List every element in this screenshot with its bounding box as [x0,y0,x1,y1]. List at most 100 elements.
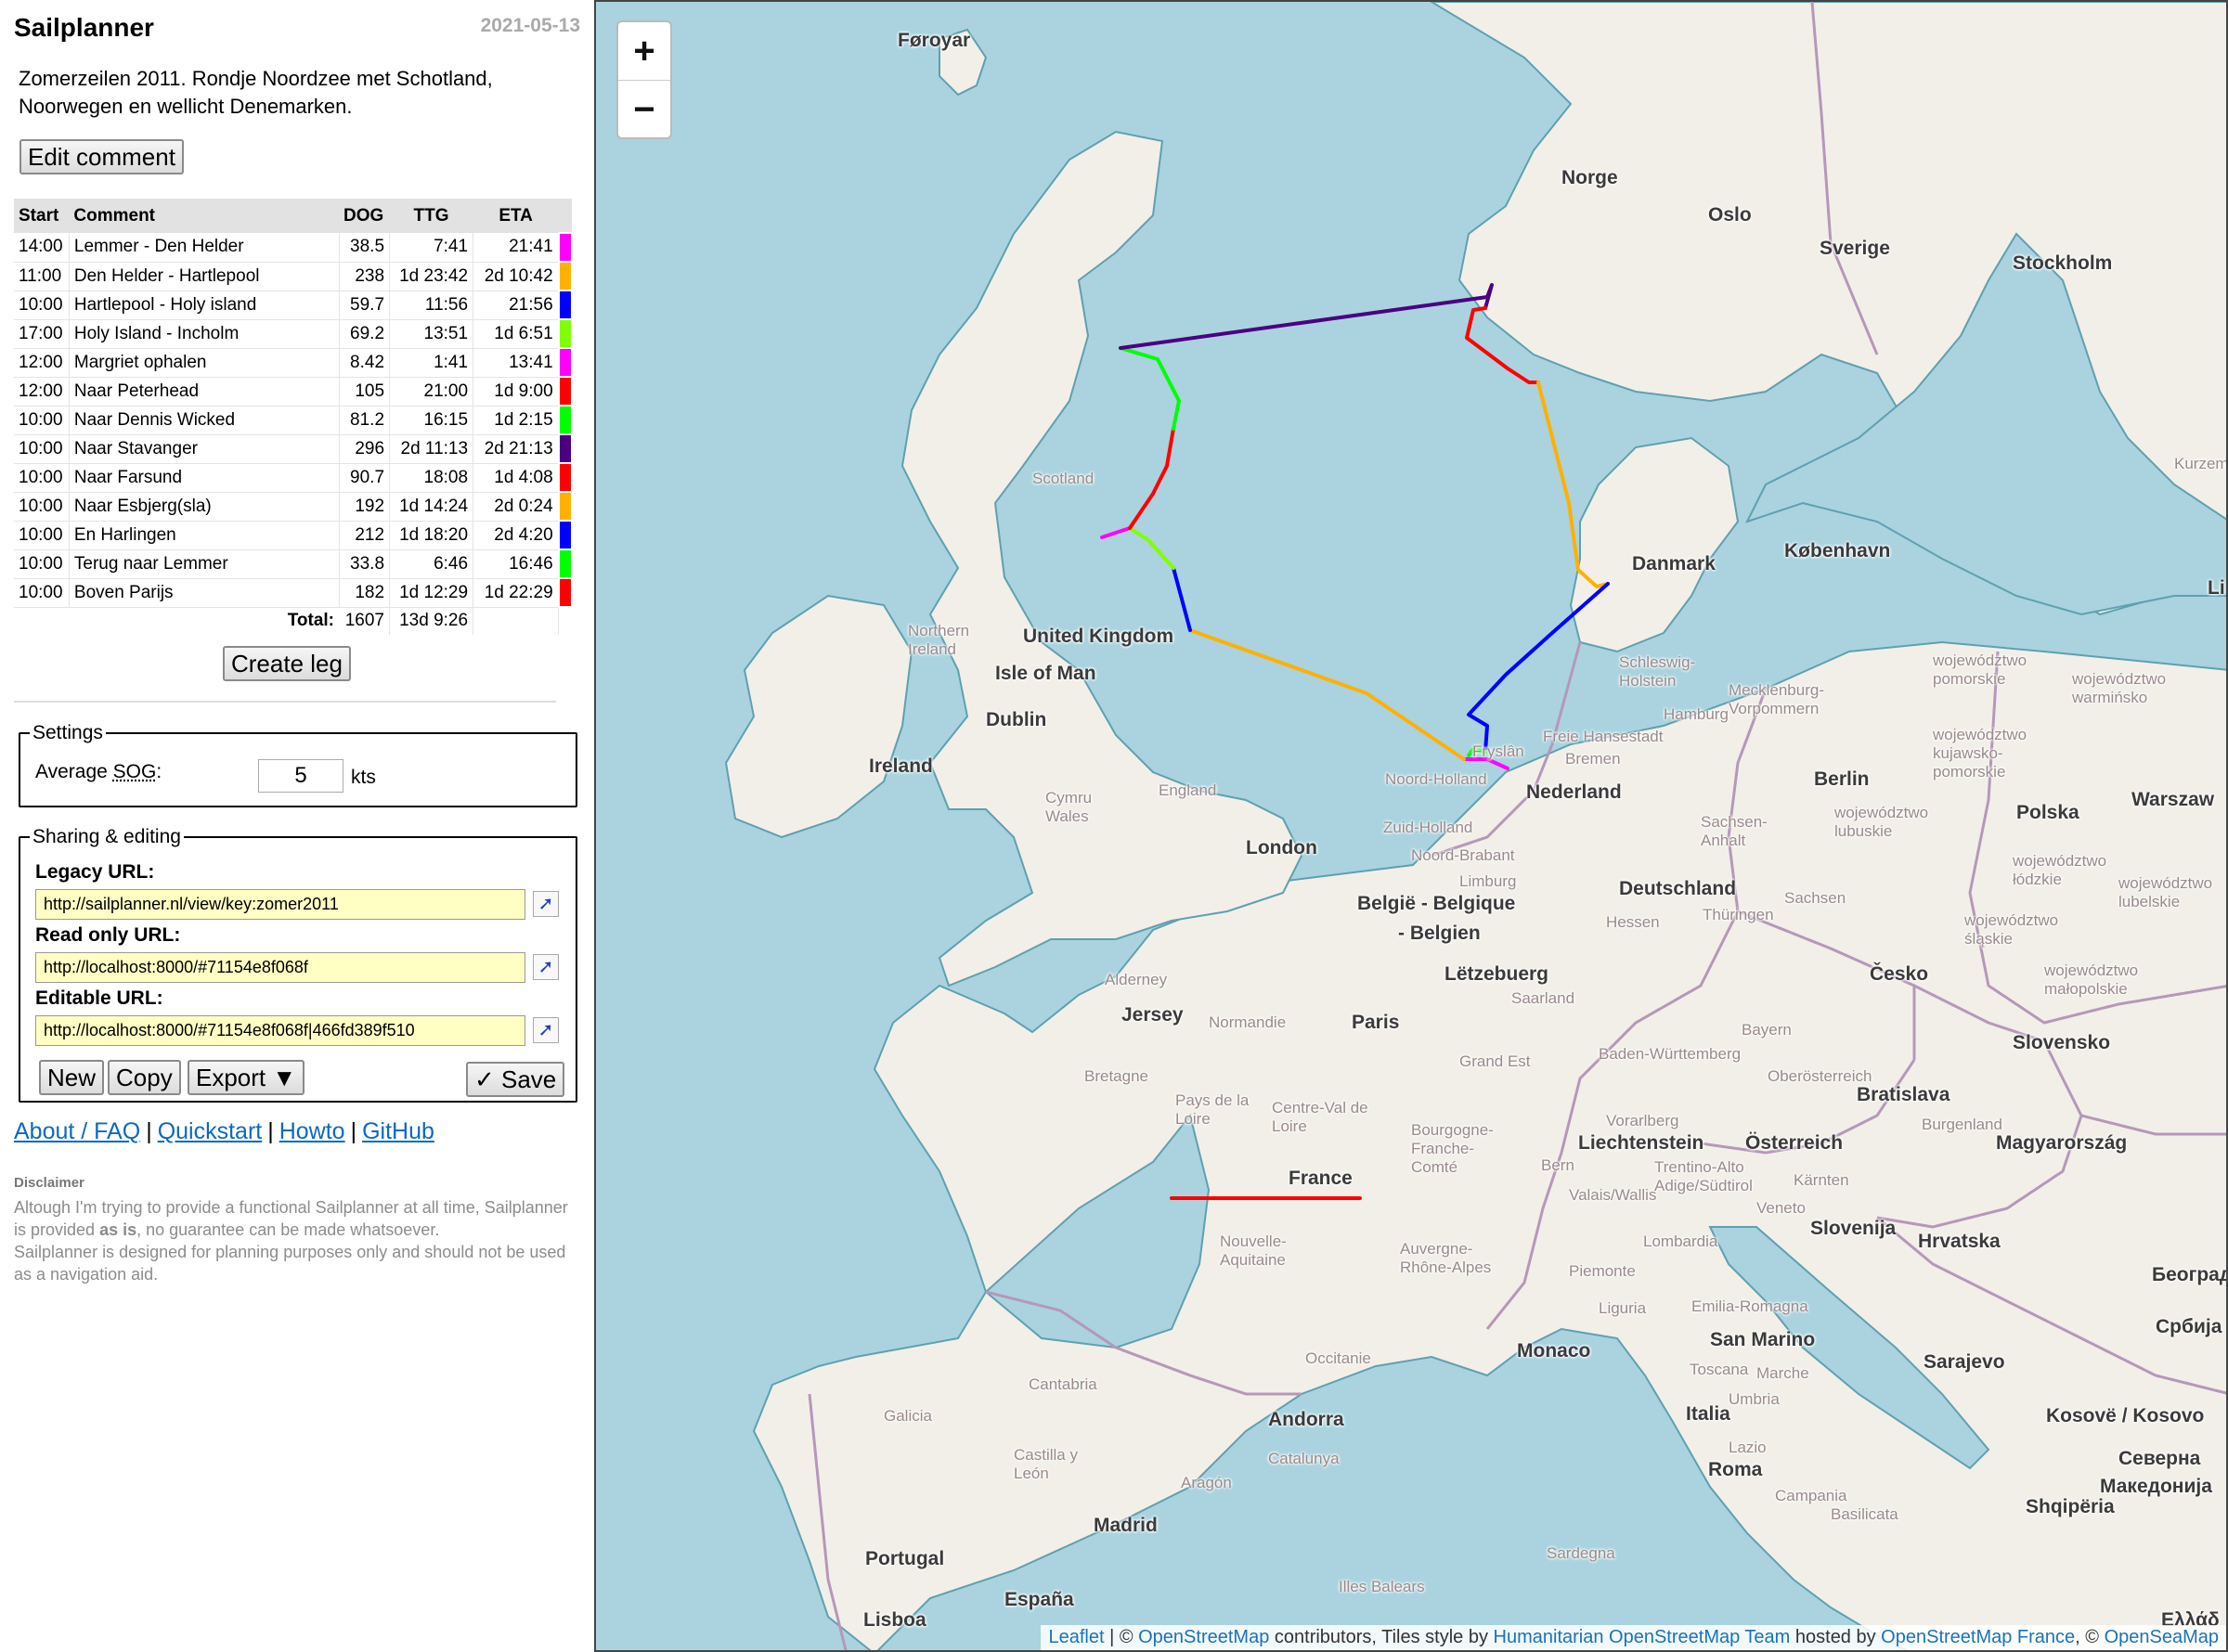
osm-france-link[interactable]: OpenStreetMap France [1881,1627,2075,1647]
leg-color-swatch[interactable] [557,491,574,522]
table-row[interactable]: 14:00 Lemmer - Den Helder 38.5 7:41 21:41 [14,232,574,263]
leg-comment: En Harlingen [69,521,340,550]
label-castilla: Castilla y León [1014,1446,1078,1482]
openseamap-link[interactable]: OpenSeaMap [2105,1627,2219,1647]
readonly-url-field[interactable] [35,952,525,983]
leg-ttg: 13:51 [389,319,474,349]
leg-ttg: 1d 12:29 [389,578,474,608]
trip-comment: Zomerzeilen 2011. Rondje Noordzee met Sc… [19,67,493,118]
average-sog-input[interactable] [258,759,343,793]
label-shqiperia: Shqipëria [2026,1496,2115,1517]
table-row[interactable]: 10:00 Naar Stavanger 296 2d 11:13 2d 21:13 [14,433,574,464]
quickstart-link[interactable]: Quickstart [158,1118,263,1144]
label-slovensko: Slovensko [2013,1032,2111,1053]
editable-url-label: Editable URL: [35,987,163,1009]
table-row[interactable]: 17:00 Holy Island - Incholm 69.2 13:51 1d 6:… [14,318,574,349]
table-row[interactable]: 10:00 Boven Parijs 182 1d 12:29 1d 22:29 [14,577,574,608]
open-legacy-url-icon[interactable]: ➚ [533,891,559,917]
howto-link[interactable]: Howto [279,1118,345,1144]
editable-url-field[interactable] [35,1015,525,1046]
label-madrid: Madrid [1094,1515,1158,1536]
label-kujawsko: województwo kujawsko-pomorskie [1933,726,2027,781]
leg-dog: 69.2 [339,319,391,349]
land-great-britain [900,130,1303,987]
table-row[interactable]: 11:00 Den Helder - Hartlepool 238 1d 23:42 2… [14,261,574,291]
table-row[interactable]: 12:00 Naar Peterhead 105 21:00 1d 9:00 [14,376,574,407]
leg-eta: 2d 4:20 [473,521,560,550]
disclaimer: Disclaimer Altough I'm trying to provide… [14,1172,571,1285]
legacy-url-label: Legacy URL: [35,861,155,883]
label-malopolskie: województwo małopolskie [2044,962,2139,998]
leg-eta: 16:46 [473,549,560,579]
table-row[interactable]: 10:00 Terug naar Lemmer 33.8 6:46 16:46 [14,549,574,579]
create-leg-button[interactable]: Create leg [223,646,351,681]
leg-color-swatch[interactable] [557,232,574,263]
leg-dog: 33.8 [339,549,391,579]
legacy-url-field[interactable] [35,889,525,920]
hot-link[interactable]: Humanitarian OpenStreetMap Team [1494,1627,1791,1647]
leg-color-swatch[interactable] [557,549,574,579]
table-row[interactable]: 10:00 Naar Dennis Wicked 81.2 16:15 1d 2:15 [14,405,574,435]
leaflet-link[interactable]: Leaflet [1048,1627,1104,1647]
label-sverige: Sverige [1820,238,1890,259]
table-row[interactable]: 10:00 Hartlepool - Holy island 59.7 11:56 21… [14,290,574,320]
leg-color-swatch[interactable] [557,433,574,464]
label-cesko: Česko [1870,963,1929,985]
leg-color-swatch[interactable] [557,405,574,435]
leg-start: 10:00 [14,578,70,608]
osm-link[interactable]: OpenStreetMap [1138,1627,1269,1647]
label-basilicata: Basilicata [1831,1505,1898,1523]
label-kosove: Kosovë / Kosovo [2046,1405,2205,1426]
label-slovenija: Slovenija [1810,1218,1897,1239]
github-link[interactable]: GitHub [362,1118,434,1144]
label-oberosterreich: Oberösterreich [1768,1067,1872,1085]
edit-comment-button[interactable]: Edit comment [19,139,184,174]
land-ireland [724,594,913,839]
leg-color-swatch[interactable] [557,577,574,608]
table-row[interactable]: 12:00 Margriet ophalen 8.42 1:41 13:41 [14,347,574,378]
footer-links: About / FAQ | Quickstart | Howto | GitHub [14,1118,434,1144]
map[interactable]: Føroyar Norge Oslo Sverige Stockholm Dan… [594,0,2228,1652]
table-row[interactable]: 10:00 Naar Farsund 90.7 18:08 1d 4:08 [14,462,574,493]
label-srbija: Србија [2156,1316,2222,1337]
leg-dog: 238 [339,262,391,291]
leg-eta: 1d 22:29 [473,578,560,608]
leg-color-swatch[interactable] [557,290,574,320]
new-button[interactable]: New [39,1060,105,1095]
save-button[interactable]: ✓ Save [466,1062,565,1097]
export-button[interactable]: Export ▼ [188,1060,305,1095]
open-editable-url-icon[interactable]: ➚ [533,1017,559,1043]
open-readonly-url-icon[interactable]: ➚ [533,954,559,980]
leg-color-swatch[interactable] [557,376,574,407]
label-beograd: Београд [2152,1264,2228,1285]
leg-color-swatch[interactable] [557,318,574,349]
table-row[interactable]: 10:00 Naar Esbjerg(sla) 192 1d 14:24 2d 0:24 [14,491,574,522]
leg-eta: 21:41 [473,233,560,263]
leg-color-swatch[interactable] [557,261,574,291]
label-berlin: Berlin [1814,768,1870,790]
label-jersey: Jersey [1121,1004,1184,1026]
leg-dog: 212 [339,521,391,550]
route-leg-den-helder-hartlepool [1188,628,1466,761]
table-total-row: Total: 1607 13d 9:26 [14,607,572,635]
leg-start: 10:00 [14,549,70,579]
label-monaco: Monaco [1517,1340,1591,1362]
label-emilia: Emilia-Romagna [1691,1297,1808,1315]
copy-button[interactable]: Copy [108,1060,181,1095]
about-faq-link[interactable]: About / FAQ [14,1118,140,1144]
label-pays-loire: Pays de la Loire [1175,1091,1250,1128]
label-nouvelle: Nouvelle-Aquitaine [1220,1233,1287,1269]
leg-dog: 296 [339,434,391,464]
app-date: 2021-05-13 [480,15,580,36]
settings-panel: Settings Average SOG: kts [19,722,577,807]
zoom-out-button[interactable]: − [618,81,670,138]
label-letzebuerg: Lëtzebuerg [1444,963,1549,985]
leg-color-swatch[interactable] [557,347,574,378]
average-sog-label: Average SOG: [35,761,162,782]
label-faroe: Føroyar [898,30,971,51]
leg-dog: 105 [339,377,391,407]
zoom-in-button[interactable]: + [618,22,670,81]
leg-color-swatch[interactable] [557,520,574,550]
table-row[interactable]: 10:00 En Harlingen 212 1d 18:20 2d 4:20 [14,520,574,550]
leg-color-swatch[interactable] [557,462,574,493]
